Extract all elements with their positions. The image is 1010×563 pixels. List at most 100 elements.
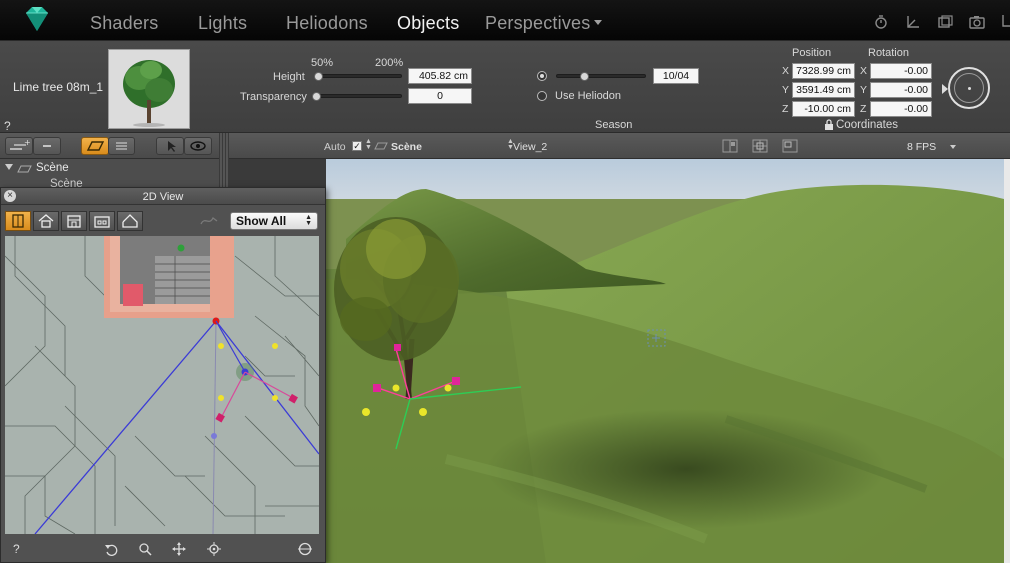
2d-view-window[interactable]: 2D View × Show All ▲ ▼ ? xyxy=(0,187,326,563)
height-slider-knob[interactable] xyxy=(313,72,323,81)
eye-icon xyxy=(190,141,206,151)
scene-toolbar: + Auto ✓ ▲ ▼ Scène ▲ ▼ View_2 8 FPS xyxy=(0,133,1010,159)
pan-icon[interactable] xyxy=(172,542,186,556)
auto-label: Auto xyxy=(324,141,346,153)
height-min-label: 50% xyxy=(311,57,334,69)
camera-icon[interactable] xyxy=(969,14,985,30)
rotation-compass-center-icon xyxy=(968,87,971,90)
svg-text:+: + xyxy=(24,138,31,147)
height-slider[interactable] xyxy=(314,74,402,78)
select-tool-button[interactable] xyxy=(156,137,184,155)
tab-lights[interactable]: Lights xyxy=(198,13,247,34)
add-group-button[interactable]: + xyxy=(5,137,33,155)
center-target-icon[interactable] xyxy=(207,542,221,556)
front-view-button[interactable] xyxy=(61,211,87,231)
fps-dropdown-icon[interactable] xyxy=(950,145,956,149)
season-slider[interactable] xyxy=(556,74,646,78)
lock-icon[interactable] xyxy=(824,119,834,130)
tree-item-scene[interactable]: Scène xyxy=(36,162,69,174)
position-x-field[interactable] xyxy=(792,63,855,79)
2d-view-title: 2D View xyxy=(142,191,184,203)
curve-tool-icon[interactable] xyxy=(200,215,218,227)
visibility-button[interactable] xyxy=(184,137,212,155)
plane-view-button[interactable] xyxy=(81,137,109,155)
viewport-edge xyxy=(1004,159,1010,563)
undo-icon[interactable] xyxy=(104,542,118,556)
close-icon[interactable]: × xyxy=(4,190,16,202)
auto-checkbox[interactable]: ✓ xyxy=(352,141,362,151)
2d-plan-map[interactable] xyxy=(5,236,319,534)
rotation-y-field[interactable] xyxy=(870,82,932,98)
position-z-axis-label: Z xyxy=(782,103,789,115)
rotation-z-field[interactable] xyxy=(870,101,932,117)
side-view-icon xyxy=(94,216,110,228)
object-thumbnail[interactable] xyxy=(108,49,190,129)
height-max-label: 200% xyxy=(375,57,404,69)
fit-view-icon[interactable] xyxy=(298,542,312,556)
transparency-slider-knob[interactable] xyxy=(312,92,321,101)
house-view-button[interactable] xyxy=(33,211,59,231)
position-z-field[interactable] xyxy=(792,101,855,117)
object-inspector: Lime tree 08m_1 ? 50% 200% Height Transp… xyxy=(0,41,1010,133)
3d-scene-render[interactable] xyxy=(326,159,1004,563)
plan-view-icon xyxy=(12,214,24,228)
show-filter-value: Show All xyxy=(236,214,287,228)
position-y-field[interactable] xyxy=(792,82,855,98)
tab-heliodons[interactable]: Heliodons xyxy=(286,13,368,34)
plane-icon xyxy=(86,141,105,151)
roof-view-button[interactable] xyxy=(117,211,143,231)
roof-icon xyxy=(122,214,138,228)
coordinates-label[interactable]: Coordinates xyxy=(836,119,898,131)
season-manual-radio[interactable] xyxy=(537,71,547,81)
tab-shaders[interactable]: Shaders xyxy=(90,13,158,34)
3d-viewport[interactable] xyxy=(326,159,1004,563)
position-x-axis-label: X xyxy=(782,65,790,77)
crop-icon[interactable] xyxy=(1000,14,1010,30)
use-heliodon-radio[interactable] xyxy=(537,91,547,101)
transparency-slider[interactable] xyxy=(314,94,402,98)
show-filter-select[interactable]: Show All ▲ ▼ xyxy=(230,212,318,230)
timer-icon[interactable] xyxy=(873,14,889,30)
object-name-label: Lime tree 08m_1 xyxy=(13,80,104,94)
transparency-field[interactable] xyxy=(408,88,472,104)
zoom-icon[interactable] xyxy=(138,542,152,556)
layout-quad-icon[interactable] xyxy=(752,139,768,153)
2d-plan-drawing[interactable] xyxy=(5,236,319,534)
scene-stepper-icon[interactable]: ▲ ▼ xyxy=(365,138,372,151)
season-label: Season xyxy=(595,119,633,131)
axes-icon[interactable] xyxy=(905,14,921,30)
plan-view-button[interactable] xyxy=(5,211,31,231)
help-button[interactable]: ? xyxy=(4,119,11,133)
rotation-compass[interactable] xyxy=(948,67,990,109)
house-icon xyxy=(38,214,54,228)
rotation-label: Rotation xyxy=(868,47,909,59)
tab-objects[interactable]: Objects xyxy=(397,13,459,34)
panel-splitter-handle[interactable] xyxy=(219,133,229,187)
layout-split-icon[interactable] xyxy=(722,139,738,153)
season-date-field[interactable] xyxy=(653,68,699,84)
scene-layer-icon xyxy=(17,165,32,173)
2d-help-button[interactable]: ? xyxy=(13,542,20,556)
rotation-y-axis-label: Y xyxy=(860,84,868,96)
side-view-button[interactable] xyxy=(89,211,115,231)
layout-stack-icon[interactable] xyxy=(782,139,798,153)
tree-expand-icon[interactable] xyxy=(5,164,13,170)
height-field[interactable] xyxy=(408,68,472,84)
tab-perspectives[interactable]: Perspectives xyxy=(485,13,590,34)
fps-selector[interactable]: 8 FPS xyxy=(907,141,936,153)
transparency-label: Transparency xyxy=(240,91,307,103)
scene-selector[interactable]: Scène xyxy=(391,141,422,153)
app-logo-icon[interactable] xyxy=(22,6,52,32)
2d-view-titlebar[interactable]: 2D View × xyxy=(1,188,325,205)
window-icon[interactable] xyxy=(937,14,953,30)
list-view-button[interactable] xyxy=(108,137,135,155)
view-selector[interactable]: View_2 xyxy=(513,141,547,153)
season-slider-knob[interactable] xyxy=(579,72,589,81)
list-icon xyxy=(116,142,127,150)
rotation-x-field[interactable] xyxy=(870,63,932,79)
remove-button[interactable] xyxy=(33,137,61,155)
position-y-axis-label: Y xyxy=(782,84,790,96)
rotation-z-axis-label: Z xyxy=(860,103,867,115)
perspectives-dropdown-icon[interactable] xyxy=(594,20,602,25)
scene-layer-icon xyxy=(374,142,388,150)
